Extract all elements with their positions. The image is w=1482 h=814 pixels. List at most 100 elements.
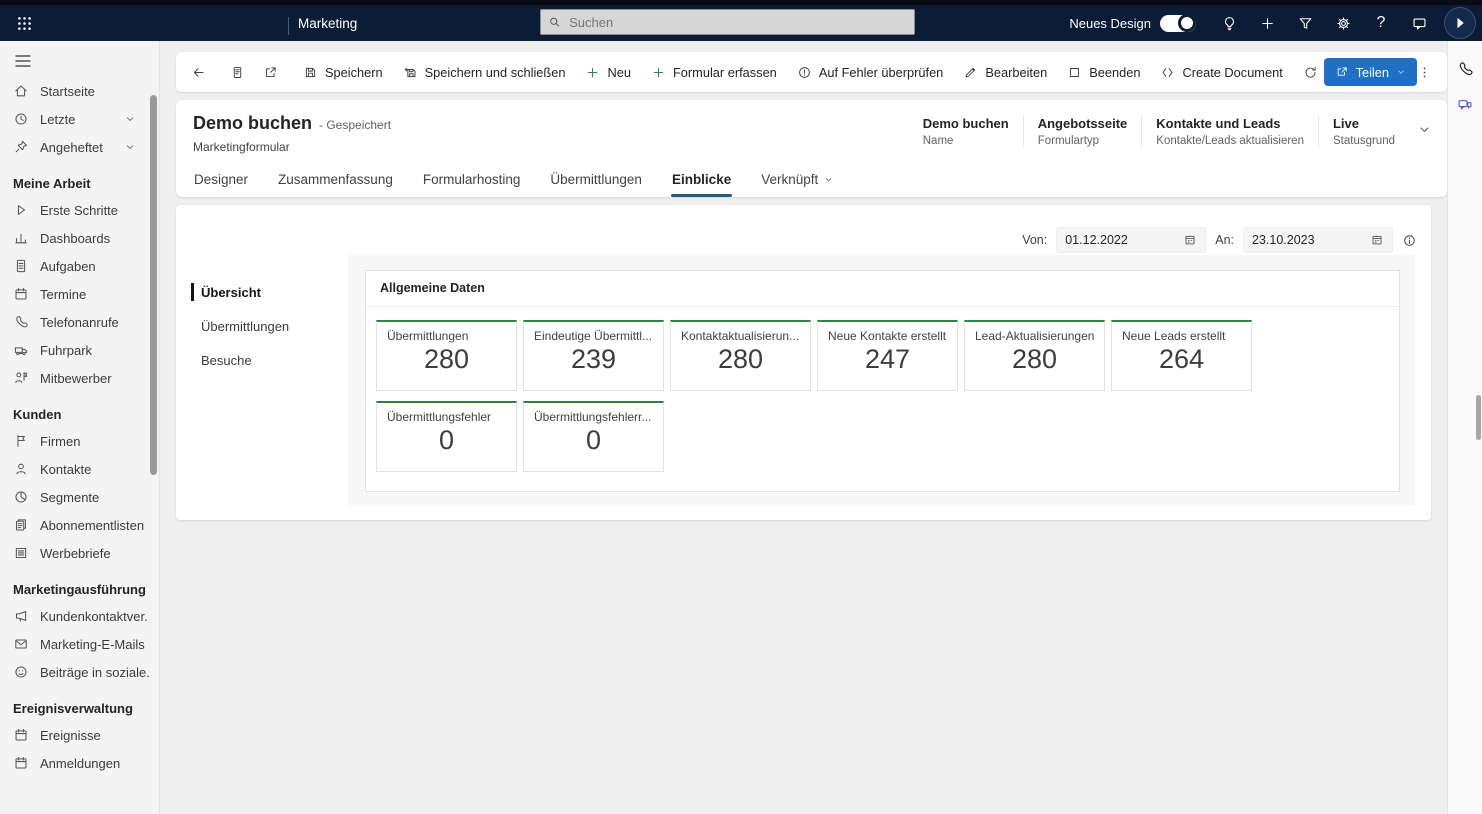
site-map-sidebar: Startseite Letzte Angeheftet Meine Arbei…	[0, 41, 160, 814]
quick-create-button[interactable]	[1248, 5, 1286, 41]
tab-designer[interactable]: Designer	[193, 166, 249, 197]
chevron-down-icon[interactable]	[122, 141, 138, 153]
app-name[interactable]: Marketing	[298, 5, 357, 41]
sidebar-item-werbebriefe[interactable]: Werbebriefe	[0, 539, 159, 567]
settings-button[interactable]	[1324, 5, 1362, 41]
insights-nav-besuche[interactable]: Besuche	[176, 343, 348, 377]
create-document-button[interactable]: Create Document	[1150, 57, 1292, 87]
feedback-icon	[1411, 15, 1428, 32]
tab-uebermittlungen[interactable]: Übermittlungen	[549, 166, 643, 197]
phone-call-panel-icon[interactable]	[1456, 60, 1474, 78]
sidebar-item-termine[interactable]: Termine	[0, 280, 159, 308]
hamburger-menu-icon[interactable]	[13, 51, 33, 71]
date-to-input[interactable]: 23.10.2023	[1243, 227, 1393, 253]
teams-chat-icon[interactable]	[1456, 96, 1474, 114]
plus-icon	[585, 65, 600, 80]
waffle-icon	[16, 15, 33, 32]
sidebar-item-aufgaben[interactable]: Aufgaben	[0, 252, 159, 280]
save-button[interactable]: Speichern	[293, 57, 393, 87]
pin-icon	[13, 139, 29, 155]
person-icon	[13, 461, 29, 477]
popout-button[interactable]	[254, 57, 287, 87]
share-icon	[1335, 65, 1349, 79]
calendar-icon	[13, 286, 29, 302]
add-icon	[1259, 15, 1276, 32]
sidebar-item-abonnementlisten[interactable]: Abonnementlisten	[0, 511, 159, 539]
chevron-down-icon	[823, 174, 834, 185]
date-from-input[interactable]: 01.12.2022	[1056, 227, 1207, 253]
popout-icon	[263, 65, 278, 80]
sidebar-item-letzte[interactable]: Letzte	[0, 105, 159, 133]
sidebar-item-ereignisse[interactable]: Ereignisse	[0, 721, 159, 749]
reading-view-button[interactable]	[221, 57, 254, 87]
insights-nav-uebermittlungen[interactable]: Übermittlungen	[176, 309, 348, 343]
app-launcher-button[interactable]	[0, 5, 48, 41]
capture-form-button[interactable]: Formular erfassen	[641, 57, 787, 87]
global-search-box[interactable]	[540, 9, 915, 35]
new-button[interactable]: Neu	[575, 57, 640, 87]
tab-zusammenfassung[interactable]: Zusammenfassung	[277, 166, 394, 197]
sidebar-item-anmeldungen[interactable]: Anmeldungen	[0, 749, 159, 777]
share-button[interactable]: Teilen	[1323, 58, 1417, 86]
stop-icon	[1067, 65, 1082, 80]
sidebar-item-erste-schritte[interactable]: Erste Schritte	[0, 196, 159, 224]
calendar-icon	[13, 755, 29, 771]
search-input[interactable]	[567, 13, 907, 31]
sidebar-item-startseite[interactable]: Startseite	[0, 77, 159, 105]
sidebar-item-dashboards[interactable]: Dashboards	[0, 224, 159, 252]
save-and-close-button[interactable]: Speichern und schließen	[393, 57, 576, 87]
sidebar-scrollbar-thumb[interactable]	[150, 95, 157, 475]
toggle-knob	[1178, 13, 1196, 32]
feedback-button[interactable]	[1400, 5, 1438, 41]
general-data-panel: Allgemeine Daten Übermittlungen 280 Eind…	[365, 270, 1400, 492]
filter-button[interactable]	[1286, 5, 1324, 41]
sidebar-item-telefonanrufe[interactable]: Telefonanrufe	[0, 308, 159, 336]
sidebar-item-marketing-e-mails[interactable]: Marketing-E-Mails	[0, 630, 159, 658]
stop-button[interactable]: Beenden	[1057, 57, 1150, 87]
sidebar-item-mitbewerber[interactable]: Mitbewerber	[0, 364, 159, 392]
sidebar-item-beitraege-in-soziale[interactable]: Beiträge in soziale...	[0, 658, 159, 686]
plus-icon	[651, 65, 666, 80]
edit-button[interactable]: Bearbeiten	[953, 57, 1057, 87]
header-field-formulartyp[interactable]: Angebotsseite Formulartyp	[1022, 116, 1142, 147]
mail-icon	[13, 636, 29, 652]
chevron-down-icon[interactable]	[122, 113, 138, 125]
chevron-down-icon	[1396, 67, 1406, 77]
metric-cards-grid: Übermittlungen 280 Eindeutige Übermittl.…	[366, 307, 1399, 485]
sidebar-item-segmente[interactable]: Segmente	[0, 483, 159, 511]
header-collapse-chevron-icon[interactable]	[1417, 122, 1432, 137]
sidebar-item-firmen[interactable]: Firmen	[0, 427, 159, 455]
header-field-statusgrund[interactable]: Live Statusgrund	[1317, 116, 1409, 147]
metric-card-neue-kontakte: Neue Kontakte erstellt 247	[817, 320, 958, 391]
save-close-icon	[403, 65, 418, 80]
info-icon[interactable]	[1402, 233, 1417, 248]
page-scrollbar-thumb[interactable]	[1476, 395, 1481, 440]
lightbulb-button[interactable]	[1210, 5, 1248, 41]
back-button[interactable]	[182, 57, 215, 87]
tab-formularhosting[interactable]: Formularhosting	[422, 166, 522, 197]
sidebar-item-kundenkontaktverlaeufe[interactable]: Kundenkontaktver...	[0, 602, 159, 630]
sidebar-item-kontakte[interactable]: Kontakte	[0, 455, 159, 483]
filter-icon	[1297, 15, 1314, 32]
sidebar-item-angeheftet[interactable]: Angeheftet	[0, 133, 159, 161]
form-tabs: Designer Zusammenfassung Formularhosting…	[193, 166, 835, 197]
calendar-picker-icon[interactable]	[1370, 233, 1384, 247]
flag-icon	[13, 433, 29, 449]
clock-icon	[13, 111, 29, 127]
header-field-kontakte-leads[interactable]: Kontakte und Leads Kontakte/Leads aktual…	[1141, 116, 1318, 147]
segment-icon	[13, 489, 29, 505]
dynamics-logo-icon	[1451, 14, 1469, 32]
tab-verknuepft[interactable]: Verknüpft	[760, 166, 835, 197]
metric-card-eindeutige-uebermittlungen: Eindeutige Übermittl... 239	[523, 320, 664, 391]
header-field-name[interactable]: Demo buchen Name	[909, 116, 1023, 147]
date-from-label: Von:	[1022, 233, 1048, 247]
calendar-picker-icon[interactable]	[1183, 233, 1197, 247]
check-for-errors-button[interactable]: Auf Fehler überprüfen	[787, 57, 954, 87]
sidebar-item-fuhrpark[interactable]: Fuhrpark	[0, 336, 159, 364]
help-button[interactable]: ?	[1362, 5, 1400, 41]
user-avatar[interactable]	[1444, 7, 1476, 39]
create-document-icon	[1160, 65, 1175, 80]
new-design-toggle[interactable]	[1160, 13, 1196, 32]
tab-einblicke[interactable]: Einblicke	[670, 166, 733, 197]
insights-nav-uebersicht[interactable]: Übersicht	[176, 275, 348, 309]
